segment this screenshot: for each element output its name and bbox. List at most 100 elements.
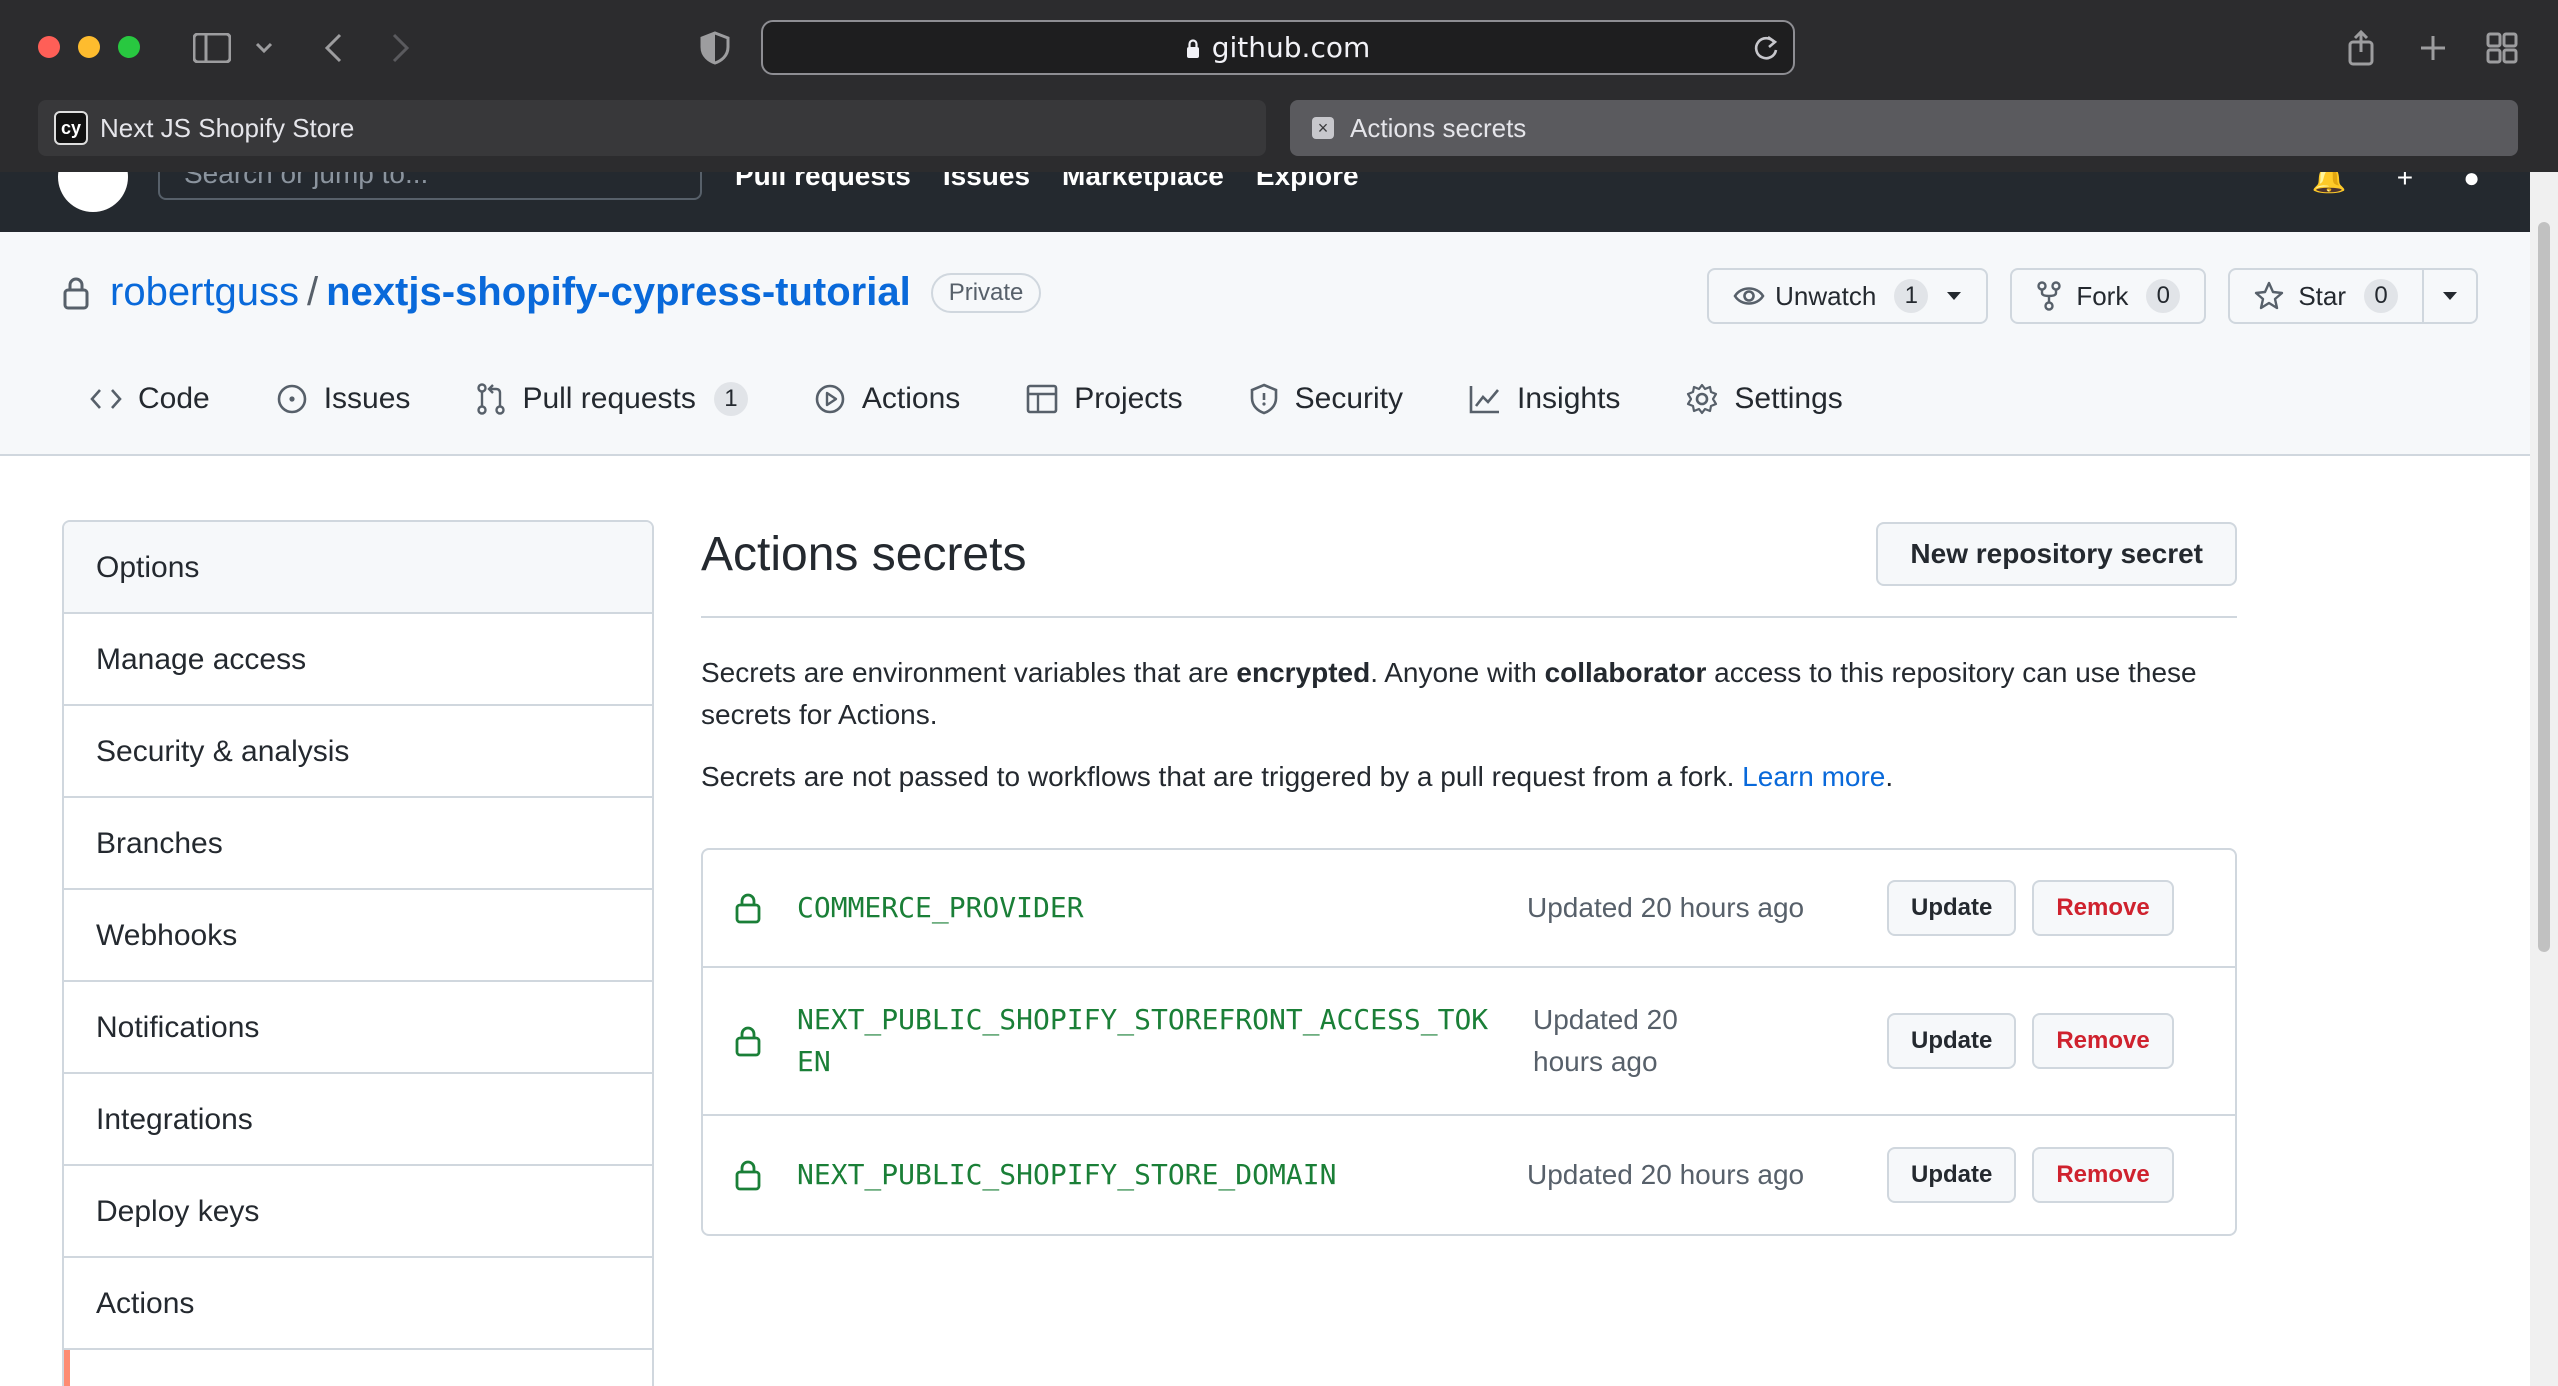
scroll-thumb[interactable] <box>2538 222 2550 952</box>
tab-label: Code <box>138 382 210 415</box>
address-text: github.com <box>1211 31 1371 64</box>
tab-pull-requests[interactable]: Pull requests 1 <box>476 382 748 416</box>
secret-updated: Updated 20 hours ago <box>1527 1159 1805 1190</box>
pull-requests-count: 1 <box>713 382 748 416</box>
browser-tab-active[interactable]: × Actions secrets <box>1290 100 2518 156</box>
star-group: Star 0 <box>2228 268 2478 324</box>
search-placeholder: Search or jump to... <box>184 172 429 189</box>
share-icon[interactable] <box>2344 28 2378 68</box>
tab-issues[interactable]: Issues <box>276 382 411 416</box>
private-lock-icon <box>63 277 89 309</box>
secret-row: COMMERCE_PROVIDER Updated 20 hours ago U… <box>703 850 2235 968</box>
watch-count: 1 <box>1894 279 1929 313</box>
star-button[interactable]: Star 0 <box>2228 268 2424 324</box>
tab-overview-icon[interactable] <box>2484 28 2520 68</box>
repo-tabs: Code Issues Pull requests 1 Actions Proj… <box>90 382 1909 416</box>
tab-settings[interactable]: Settings <box>1686 382 1843 416</box>
page-title: Actions secrets <box>701 527 1027 581</box>
search-input[interactable]: Search or jump to... <box>158 172 702 200</box>
desc-strong: collaborator <box>1544 657 1707 688</box>
scrollbar[interactable] <box>2530 172 2558 1386</box>
content-header: Actions secrets New repository secret <box>701 520 2237 618</box>
tab-label: Security <box>1294 382 1404 415</box>
browser-tab[interactable]: cy Next JS Shopify Store <box>38 100 1266 156</box>
lock-icon <box>735 1159 765 1191</box>
sidebar-toggle-icon[interactable] <box>190 28 234 68</box>
update-button[interactable]: Update <box>1887 880 2017 936</box>
create-new-icon[interactable]: + <box>2397 172 2413 195</box>
unwatch-label: Unwatch <box>1775 280 1877 311</box>
forward-icon[interactable] <box>386 28 416 68</box>
zoom-window-button[interactable] <box>118 36 140 58</box>
learn-more-link[interactable]: Learn more <box>1742 761 1885 792</box>
caret-down-icon <box>1947 292 1962 300</box>
tab-title: Actions secrets <box>1350 112 1527 143</box>
tab-label: Pull requests <box>522 382 696 415</box>
secret-updated: Updated 20 hours ago <box>1527 892 1805 923</box>
tab-projects[interactable]: Projects <box>1026 382 1183 416</box>
gear-icon <box>1687 383 1718 415</box>
star-list-dropdown[interactable] <box>2424 268 2478 324</box>
sidebar-item-integrations[interactable]: Integrations <box>64 1074 652 1166</box>
repo-actions: Unwatch 1 Fork 0 Star 0 <box>1707 268 2478 324</box>
sidebar-item-manage-access[interactable]: Manage access <box>64 614 652 706</box>
notifications-bell-icon[interactable]: 🔔 <box>2312 172 2347 195</box>
github-logo-icon[interactable] <box>58 172 128 212</box>
address-bar[interactable]: github.com <box>761 20 1795 75</box>
close-tab-icon[interactable]: × <box>1312 117 1334 139</box>
sidebar-item-deploy-keys[interactable]: Deploy keys <box>64 1166 652 1258</box>
close-window-button[interactable] <box>38 36 60 58</box>
sidebar-item-webhooks[interactable]: Webhooks <box>64 890 652 982</box>
tab-bar: cy Next JS Shopify Store × Actions secre… <box>0 100 2558 172</box>
secrets-list: COMMERCE_PROVIDER Updated 20 hours ago U… <box>701 848 2237 1236</box>
code-icon <box>90 389 122 409</box>
table-icon <box>1026 384 1058 414</box>
sidebar-item-security-analysis[interactable]: Security & analysis <box>64 706 652 798</box>
sidebar-item-branches[interactable]: Branches <box>64 798 652 890</box>
avatar[interactable]: ● <box>2463 172 2480 195</box>
update-button[interactable]: Update <box>1887 1147 2017 1203</box>
new-repository-secret-button[interactable]: New repository secret <box>1876 522 2237 586</box>
header-right: 🔔 + ● <box>2312 172 2480 195</box>
reload-icon[interactable] <box>1753 34 1779 67</box>
tab-actions[interactable]: Actions <box>814 382 960 416</box>
sidebar-item-options[interactable]: Options <box>64 522 652 614</box>
nav-marketplace[interactable]: Marketplace <box>1062 172 1224 192</box>
nav-pull-requests[interactable]: Pull requests <box>735 172 911 192</box>
privacy-shield-icon[interactable] <box>698 28 732 68</box>
tab-code[interactable]: Code <box>90 382 210 416</box>
tab-insights[interactable]: Insights <box>1469 382 1620 416</box>
repo-header: robertguss / nextjs-shopify-cypress-tuto… <box>0 232 2530 456</box>
remove-button[interactable]: Remove <box>2032 1013 2174 1069</box>
nav-explore[interactable]: Explore <box>1256 172 1359 192</box>
back-icon[interactable] <box>318 28 348 68</box>
fork-icon <box>2037 281 2062 311</box>
global-nav: Pull requests Issues Marketplace Explore <box>735 172 1359 192</box>
tab-label: Insights <box>1517 382 1621 415</box>
fork-button[interactable]: Fork 0 <box>2010 268 2207 324</box>
new-tab-icon[interactable] <box>2416 28 2450 68</box>
repo-separator: / <box>306 270 319 314</box>
secret-row: NEXT_PUBLIC_SHOPIFY_STORE_DOMAIN Updated… <box>703 1116 2235 1234</box>
caret-down-icon <box>2443 292 2457 300</box>
nav-issues[interactable]: Issues <box>943 172 1030 192</box>
remove-button[interactable]: Remove <box>2032 880 2174 936</box>
desc-text: Secrets are not passed to workflows that… <box>701 761 1743 792</box>
sidebar-item-secrets-active[interactable] <box>64 1350 652 1386</box>
settings-sidebar: Options Manage access Security & analysi… <box>62 520 654 1386</box>
tab-label: Settings <box>1734 382 1843 415</box>
minimize-window-button[interactable] <box>78 36 100 58</box>
repo-owner-link[interactable]: robertguss <box>110 270 299 315</box>
tab-security[interactable]: Security <box>1249 382 1403 416</box>
repo-name-link[interactable]: nextjs-shopify-cypress-tutorial <box>326 270 911 315</box>
tab-label: Issues <box>323 382 411 415</box>
update-button[interactable]: Update <box>1887 1013 2017 1069</box>
secret-name: NEXT_PUBLIC_SHOPIFY_STORE_DOMAIN <box>797 1158 1337 1191</box>
remove-button[interactable]: Remove <box>2032 1147 2174 1203</box>
secret-updated: Updated 20 hours ago <box>1533 1004 1678 1077</box>
sidebar-item-notifications[interactable]: Notifications <box>64 982 652 1074</box>
sidebar-item-actions[interactable]: Actions <box>64 1258 652 1350</box>
chevron-down-icon[interactable] <box>250 28 278 68</box>
unwatch-button[interactable]: Unwatch 1 <box>1707 268 1989 324</box>
lock-icon <box>1186 38 1200 58</box>
